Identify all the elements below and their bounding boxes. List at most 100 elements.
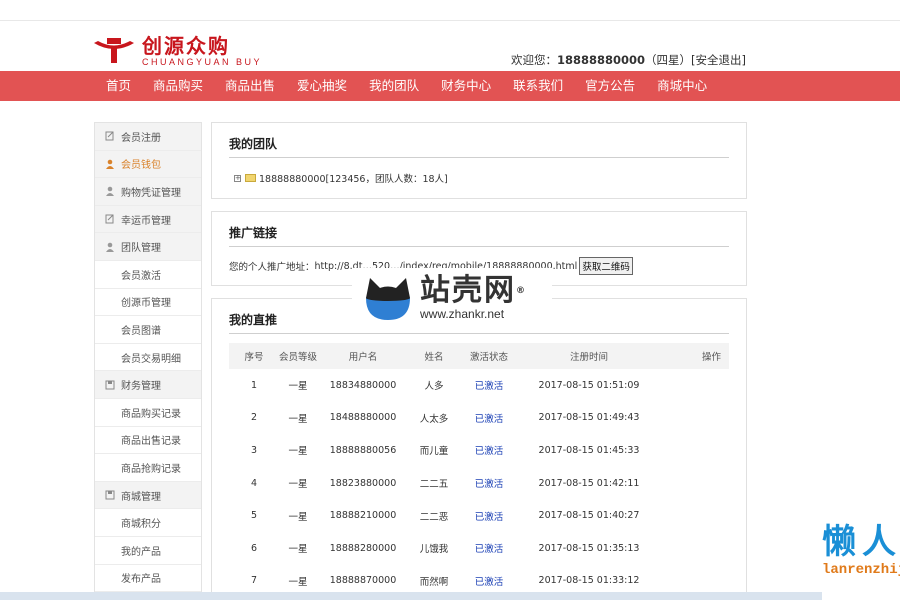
nav-item[interactable]: 商城中心: [646, 71, 718, 101]
column-header: 操作: [701, 352, 721, 363]
status-cell: 已激活: [474, 413, 504, 425]
sidebar-item-label: 会员注册: [121, 132, 161, 144]
sidebar-item[interactable]: 我的产品: [95, 537, 201, 565]
nav-item[interactable]: 官方公告: [574, 71, 646, 101]
sidebar-item-label: 财务管理: [121, 381, 161, 393]
status-cell: 已激活: [474, 511, 504, 523]
save-icon: [105, 380, 115, 390]
sidebar-item-label: 创源币管理: [121, 298, 171, 310]
nav-item[interactable]: 财务中心: [430, 71, 502, 101]
logout-link[interactable]: [安全退出]: [691, 53, 746, 67]
nav-item[interactable]: 首页: [95, 71, 142, 101]
table-cell: 2017-08-15 01:42:11: [538, 477, 640, 489]
sidebar-item[interactable]: 商城积分: [95, 509, 201, 537]
sidebar-item-label: 购物凭证管理: [121, 187, 181, 199]
table-cell: 5: [250, 510, 258, 522]
table-row: 1 一星 18834880000 人多 已激活 2017-08-15 01:51:09: [229, 369, 729, 402]
panel-title: 我的团队: [229, 135, 729, 158]
table-cell: 一星: [288, 576, 308, 588]
site-logo[interactable]: 创源众购 CHUANGYUAN BUY: [92, 34, 262, 68]
nav-item[interactable]: 爱心抽奖: [286, 71, 358, 101]
table-cell: 儿饿我: [419, 544, 449, 556]
expand-icon[interactable]: +: [234, 174, 241, 182]
team-tree[interactable]: + 18888880000[123456，团队人数：18人]: [234, 171, 448, 185]
direct-panel: 我的直推 序号 会员等级 用户名 姓名 激活状态 注册时间 操作 1 一星 1883488000…: [211, 298, 747, 600]
logo-text: 创源众购: [142, 34, 230, 58]
sidebar-item[interactable]: 商品出售记录: [95, 427, 201, 455]
status-cell: 已激活: [474, 446, 504, 458]
sidebar-item[interactable]: 商品抢购记录: [95, 454, 201, 482]
status-cell: 已激活: [474, 576, 504, 588]
table-row: 3 一星 18888880056 而儿童 已激活 2017-08-15 01:45:33: [229, 434, 729, 467]
table-cell: 1: [250, 379, 258, 391]
nav-item[interactable]: 联系我们: [502, 71, 574, 101]
sidebar-item[interactable]: 幸运币管理: [95, 205, 201, 234]
registered-mark: ®: [516, 286, 527, 296]
sidebar-item[interactable]: 会员激活: [95, 261, 201, 289]
table-cell: 二二五: [419, 479, 449, 491]
user-icon: [105, 242, 115, 252]
column-header: 姓名: [424, 352, 444, 363]
sidebar-item[interactable]: 团队管理: [95, 233, 201, 261]
table-cell: 一星: [288, 446, 308, 458]
table-header: 序号 会员等级 用户名 姓名 激活状态 注册时间 操作: [229, 343, 729, 369]
nav-item[interactable]: 我的团队: [358, 71, 430, 101]
table-cell: 18888280000: [329, 542, 397, 554]
sidebar-item[interactable]: 购物凭证管理: [95, 178, 201, 206]
nav-item[interactable]: 商品出售: [214, 71, 286, 101]
sidebar-item-label: 商品出售记录: [121, 436, 181, 448]
sidebar-item-label: 商品抢购记录: [121, 463, 181, 475]
nav-item[interactable]: 商品购买: [142, 71, 214, 101]
table-cell: 18488880000: [329, 412, 397, 424]
bottom-bar: [0, 592, 822, 600]
table-cell: 2017-08-15 01:35:13: [538, 542, 640, 554]
status-cell: 已激活: [474, 381, 504, 393]
logo-icon: [92, 37, 136, 65]
edit-icon: [105, 214, 115, 224]
table-cell: 18888880056: [329, 444, 397, 456]
column-header: 激活状态: [469, 352, 508, 363]
folder-icon: [245, 174, 256, 182]
user-rank: （四星）: [645, 53, 692, 67]
sidebar-item-label: 商城管理: [121, 491, 161, 503]
table-cell: 二二恶: [419, 511, 449, 523]
sidebar-item[interactable]: 财务管理: [95, 371, 201, 399]
sidebar-item-label: 商城积分: [121, 519, 161, 531]
table-row: 2 一星 18488880000 人太多 已激活 2017-08-15 01:49:43: [229, 402, 729, 435]
sidebar-item-label: 会员激活: [121, 270, 161, 282]
table-row: 5 一星 18888210000 二二恶 已激活 2017-08-15 01:40:27: [229, 499, 729, 532]
table-cell: 2017-08-15 01:51:09: [538, 379, 640, 391]
main-nav: 首页 商品购买 商品出售 爱心抽奖 我的团队 财务中心 联系我们 官方公告 商城中心: [0, 71, 900, 101]
get-qrcode-button[interactable]: 获取二维码: [579, 257, 633, 275]
sidebar-item[interactable]: 会员注册: [95, 123, 201, 151]
save-icon: [105, 490, 115, 500]
sidebar-item[interactable]: 创源币管理: [95, 289, 201, 317]
sidebar-item-label: 团队管理: [121, 243, 161, 255]
watermark-text: 站壳网: [420, 273, 516, 308]
cat-logo-icon: [362, 272, 414, 324]
sidebar-item[interactable]: 会员钱包: [95, 150, 201, 179]
sidebar-item[interactable]: 商城管理: [95, 481, 201, 510]
user-icon: [105, 186, 115, 197]
table-cell: 一星: [288, 381, 308, 393]
sidebar-item[interactable]: 发布产品: [95, 565, 201, 593]
column-header: 注册时间: [569, 352, 608, 363]
table-cell: 一星: [288, 413, 308, 425]
sidebar-item-label: 商品购买记录: [121, 408, 181, 420]
sidebar-item[interactable]: 商品购买记录: [95, 399, 201, 427]
table-cell: 18888210000: [329, 510, 397, 522]
team-panel: 我的团队 + 18888880000[123456，团队人数：18人]: [211, 122, 747, 199]
table-cell: 一星: [288, 544, 308, 556]
table-cell: 4: [250, 477, 258, 489]
table-cell: 2017-08-15 01:33:12: [538, 575, 640, 587]
table-cell: 而儿童: [419, 446, 449, 458]
table-row: 4 一星 18823880000 二二五 已激活 2017-08-15 01:42:11: [229, 467, 729, 500]
watermark-url: www.zhankr.net: [420, 307, 505, 321]
column-header: 序号: [244, 352, 264, 363]
sidebar-item[interactable]: 会员图谱: [95, 316, 201, 344]
corner-watermark-url: lanrenzhijia: [822, 562, 900, 578]
table-cell: 3: [250, 444, 258, 456]
tree-node-label[interactable]: 18888880000[123456，团队人数：18人]: [259, 171, 448, 185]
table-cell: 人太多: [419, 413, 449, 425]
sidebar-item[interactable]: 会员交易明细: [95, 344, 201, 372]
